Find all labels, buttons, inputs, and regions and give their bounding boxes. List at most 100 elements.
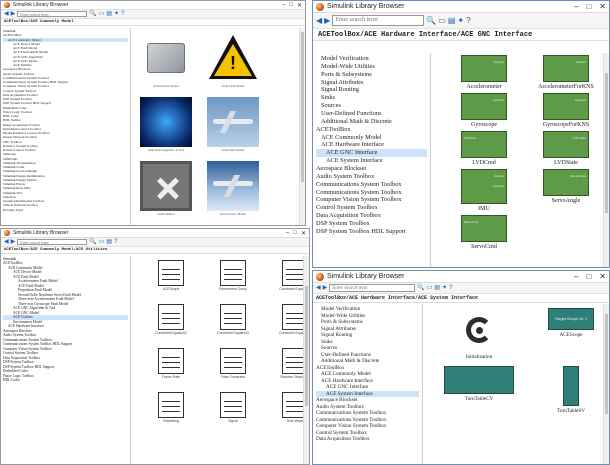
library-block[interactable]: LVDCmd LVDCmd (449, 131, 519, 166)
library-block[interactable]: ServoCmd ServoCmd (449, 215, 519, 250)
search-input[interactable]: Enter search term (332, 15, 425, 26)
maximize-icon[interactable]: □ (586, 2, 591, 11)
close-icon[interactable]: ✕ (599, 272, 606, 281)
tree-item[interactable]: DSP System Toolbox HDL Support (316, 228, 427, 236)
new-model-icon[interactable]: ▭ (99, 11, 105, 17)
search-input[interactable]: Enter search term (329, 284, 416, 292)
library-block[interactable]: AccZyx GyroZyx IMU (449, 169, 519, 212)
library-block[interactable]: Initialization (439, 308, 519, 360)
library-block[interactable]: AccZyx AccelerometerForKNS (531, 55, 601, 90)
search-icon[interactable]: 🔍 (89, 11, 96, 17)
back-icon[interactable]: ◀ (4, 11, 9, 17)
vertical-scrollbar[interactable] (603, 53, 609, 267)
tree-item[interactable]: Aerospace Blockset (316, 165, 427, 173)
help-icon[interactable]: ? (114, 239, 117, 245)
library-block[interactable]: AccZyx Accelerometer (449, 55, 519, 90)
vertical-scrollbar[interactable] (603, 304, 609, 464)
maximize-icon[interactable]: □ (586, 272, 591, 281)
library-block[interactable]: Signal (209, 392, 257, 434)
back-icon[interactable]: ◀ (316, 285, 321, 291)
tree-item[interactable]: HDL Coder (3, 378, 128, 382)
help-icon[interactable]: ? (466, 16, 470, 25)
library-block[interactable]: Frame Rate (147, 348, 195, 390)
tree-item[interactable]: Signal Routing (316, 86, 427, 94)
forward-icon[interactable]: ▶ (323, 285, 328, 291)
minimize-icon[interactable]: – (282, 2, 285, 9)
tree-item[interactable]: Communications System Toolbox (316, 181, 427, 189)
tree-item[interactable]: Audio System Toolbox (316, 173, 427, 181)
close-icon[interactable]: ✕ (301, 230, 306, 237)
tree-item[interactable]: Data Acquisition Toolbox (316, 436, 419, 443)
tree-item[interactable]: User-Defined Functions (316, 110, 427, 118)
library-block[interactable]: Parameters Group (209, 260, 257, 302)
pin-icon[interactable]: ✦ (457, 16, 464, 25)
library-block[interactable]: Target Scope Id: 1 ACEScope (531, 308, 609, 360)
tree-item[interactable]: Sources (316, 102, 427, 110)
tree-item[interactable]: ACE Hardware Interface (316, 141, 427, 149)
tree-item[interactable]: ACE Commonly Model (316, 134, 427, 142)
close-icon[interactable]: ✕ (297, 2, 302, 9)
library-block[interactable]: Repeating (147, 392, 195, 434)
library-block[interactable]: LVD State LVDState (531, 131, 601, 166)
help-icon[interactable]: ? (121, 11, 124, 17)
library-tree[interactable]: Model Verification Model-Wide Utilities Po… (313, 304, 423, 464)
library-tree[interactable]: Model Verification Model-Wide Utilities Po… (313, 53, 431, 267)
minimize-icon[interactable]: – (286, 230, 289, 237)
forward-icon[interactable]: ▶ (11, 239, 16, 245)
library-block[interactable]: ServoAngle ServoAngle (531, 169, 601, 212)
tree-item[interactable]: Signal Attributes (316, 79, 427, 87)
search-icon[interactable]: 🔍 (426, 16, 436, 25)
forward-icon[interactable]: ▶ (11, 11, 16, 17)
new-model-icon[interactable]: ▭ (99, 239, 105, 245)
tree-item[interactable]: DSP System Toolbox (316, 220, 427, 228)
search-input[interactable]: Enter search term (17, 11, 88, 17)
open-folder-icon[interactable]: ▤ (434, 285, 440, 291)
minimize-icon[interactable]: – (574, 272, 578, 281)
library-block[interactable]: ! ACE Fault Model (204, 33, 262, 93)
library-block[interactable]: TurnTableSV (531, 366, 609, 414)
tree-item[interactable]: Recently Used (3, 208, 128, 212)
tree-item[interactable]: Model Verification (316, 55, 427, 63)
library-block[interactable]: ACE GNC Algorithm & Tool (137, 97, 195, 157)
close-icon[interactable]: ✕ (599, 2, 606, 11)
pin-icon[interactable]: ✦ (442, 285, 447, 291)
library-block[interactable]: GyroZyx Gyroscope (449, 93, 519, 128)
tree-item[interactable]: ACEToolBox (316, 126, 427, 134)
vertical-scrollbar[interactable] (299, 28, 305, 225)
tree-item[interactable]: ACE System Interface (316, 157, 427, 165)
back-icon[interactable]: ◀ (316, 16, 322, 25)
maximize-icon[interactable]: □ (293, 230, 297, 237)
open-folder-icon[interactable]: ▤ (448, 16, 456, 25)
vertical-scrollbar[interactable] (303, 256, 309, 464)
library-block[interactable]: TurnTableCV (439, 366, 519, 414)
library-block[interactable]: ACE Device Model (137, 33, 195, 93)
library-block[interactable]: ACEScope (147, 260, 195, 302)
open-folder-icon[interactable]: ▤ (106, 11, 112, 17)
library-block[interactable]: ACE Utilities (137, 161, 195, 221)
tree-item[interactable]: Control System Toolbox (316, 204, 427, 212)
new-model-icon[interactable]: ▭ (427, 285, 433, 291)
tree-item[interactable]: ACE GNC Interface (316, 149, 427, 158)
tree-item[interactable]: Computer Vision System Toolbox (316, 196, 427, 204)
maximize-icon[interactable]: □ (289, 2, 293, 9)
library-block[interactable]: GyroZyx GyroscopeForKNS (531, 93, 601, 128)
tree-item[interactable]: Ports & Subsystems (316, 71, 427, 79)
open-folder-icon[interactable]: ▤ (106, 239, 112, 245)
library-block[interactable]: Constraint Equation2 (147, 304, 195, 346)
library-tree[interactable]: Simulink ACEToolBox ACE Commonly Model ACE … (1, 28, 131, 225)
library-block[interactable]: ACE GNC Model (204, 97, 262, 157)
tree-item[interactable]: Model-Wide Utilities (316, 63, 427, 71)
back-icon[interactable]: ◀ (4, 239, 9, 245)
search-input[interactable]: Enter search term (17, 239, 88, 245)
forward-icon[interactable]: ▶ (324, 16, 330, 25)
library-block[interactable]: Constraint Equation3 (209, 304, 257, 346)
library-tree[interactable]: Simulink ACEToolBox ACE Commonly Model ACE … (1, 256, 131, 464)
pin-icon[interactable]: ✦ (114, 11, 119, 17)
search-icon[interactable]: 🔍 (89, 239, 96, 245)
tree-item[interactable]: Communications System Toolbox (316, 189, 427, 197)
new-model-icon[interactable]: ▭ (438, 16, 446, 25)
library-block[interactable]: Environment Model (204, 161, 262, 221)
tree-item[interactable]: Additional Math & Discrete (316, 118, 427, 126)
minimize-icon[interactable]: – (574, 2, 578, 11)
search-icon[interactable]: 🔍 (417, 285, 424, 291)
